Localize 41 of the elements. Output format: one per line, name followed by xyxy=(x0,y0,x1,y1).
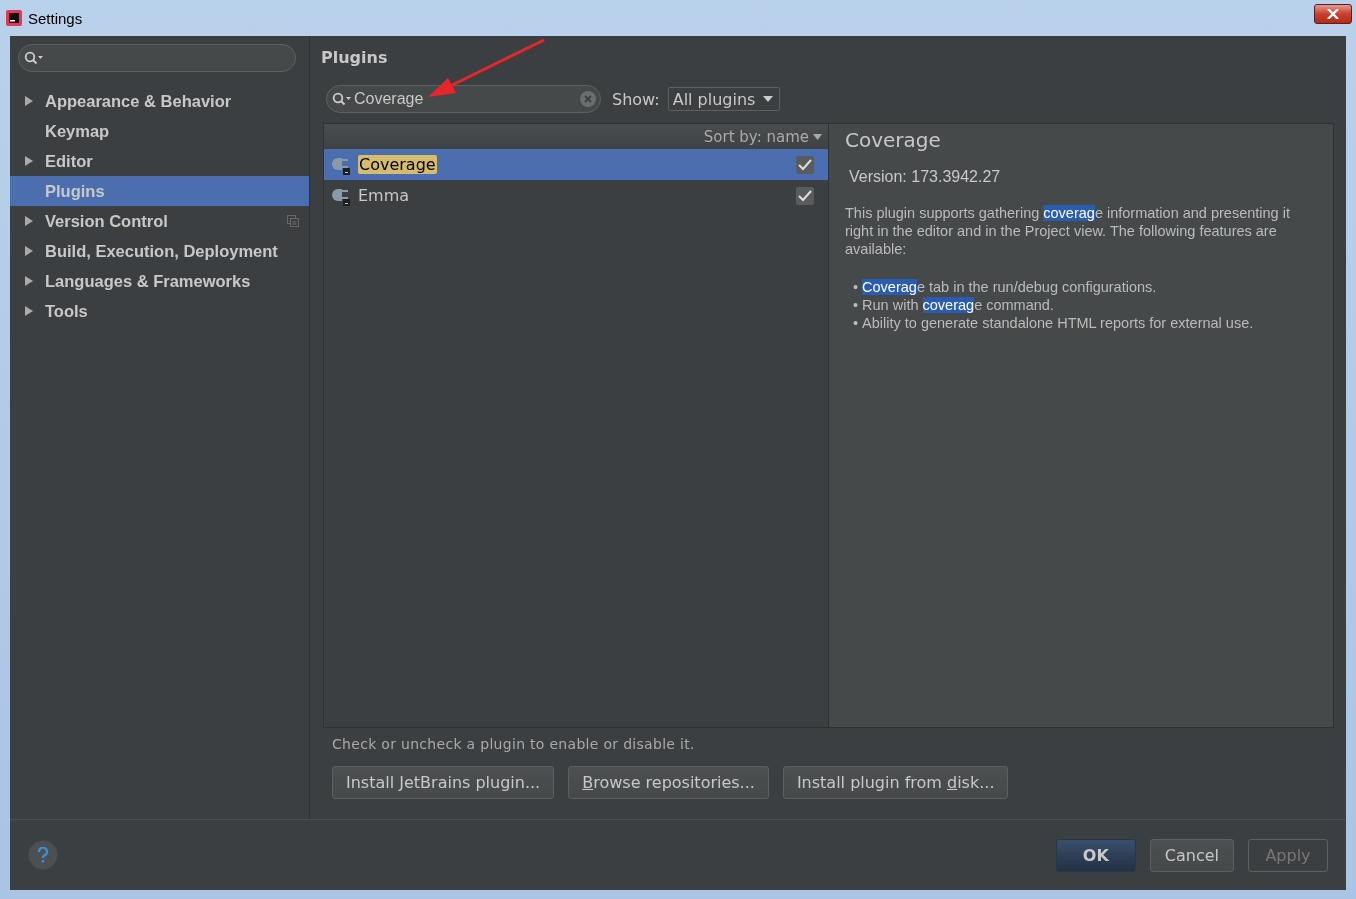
show-label: Show: xyxy=(612,89,660,109)
plugin-name: Coverage xyxy=(358,155,437,174)
help-button[interactable] xyxy=(28,840,58,870)
search-icon xyxy=(24,51,44,65)
sidebar-item[interactable]: Appearance & Behavior xyxy=(10,86,309,116)
install-button[interactable]: Install plugin from disk... xyxy=(782,766,1009,799)
dialog-button[interactable]: Cancel xyxy=(1149,838,1234,872)
search-field[interactable]: Coverage xyxy=(326,85,601,113)
plugin-row[interactable]: Emma xyxy=(324,180,828,211)
window-title: Settings xyxy=(28,9,84,27)
dialog-button[interactable]: OK xyxy=(1055,838,1136,872)
plugin-version: Version: 173.3942.27 xyxy=(849,168,1002,186)
show-dropdown[interactable]: All plugins xyxy=(667,87,781,111)
install-button[interactable]: Browse repositories... xyxy=(568,766,769,799)
plugin-title: Coverage xyxy=(845,128,942,152)
sidebar-item[interactable]: Version Control xyxy=(10,206,309,236)
feature-item: • Run with coverage command. xyxy=(853,296,1055,314)
plugin-row[interactable]: Coverage xyxy=(324,149,828,180)
install-button[interactable]: Install JetBrains plugin... xyxy=(332,766,555,799)
help-icon xyxy=(37,847,49,863)
sidebar-item[interactable]: Languages & Frameworks xyxy=(10,266,309,296)
feature-item: • Ability to generate standalone HTML reports for external use. xyxy=(853,314,1255,332)
sidebar-item[interactable]: Tools xyxy=(10,296,309,326)
search-field[interactable] xyxy=(18,44,296,72)
enable-checkbox[interactable] xyxy=(796,155,814,174)
close-button[interactable] xyxy=(1314,4,1352,24)
page-title: Plugins xyxy=(321,48,389,67)
sidebar-item[interactable]: Keymap xyxy=(10,116,309,146)
sidebar-item[interactable]: Editor xyxy=(10,146,309,176)
hint-text: Check or uncheck a plugin to enable or disable it. xyxy=(332,736,696,752)
close-icon xyxy=(1327,9,1339,19)
caret-icon xyxy=(763,96,774,102)
sidebar-item[interactable]: Build, Execution, Deployment xyxy=(10,236,309,266)
feature-item: • Coverage tab in the run/debug configurations. xyxy=(853,278,1158,296)
caret-icon xyxy=(813,133,822,140)
enable-checkbox[interactable] xyxy=(796,186,814,205)
plugin-description: This plugin supports gathering coverage information and presenting it right in the editor and in the Project view. The following features are available: xyxy=(845,204,1291,258)
search-icon xyxy=(332,92,352,106)
plugin-name: Emma xyxy=(358,186,411,205)
sort-dropdown[interactable]: Sort by: name xyxy=(703,127,828,146)
app-icon xyxy=(6,10,22,26)
